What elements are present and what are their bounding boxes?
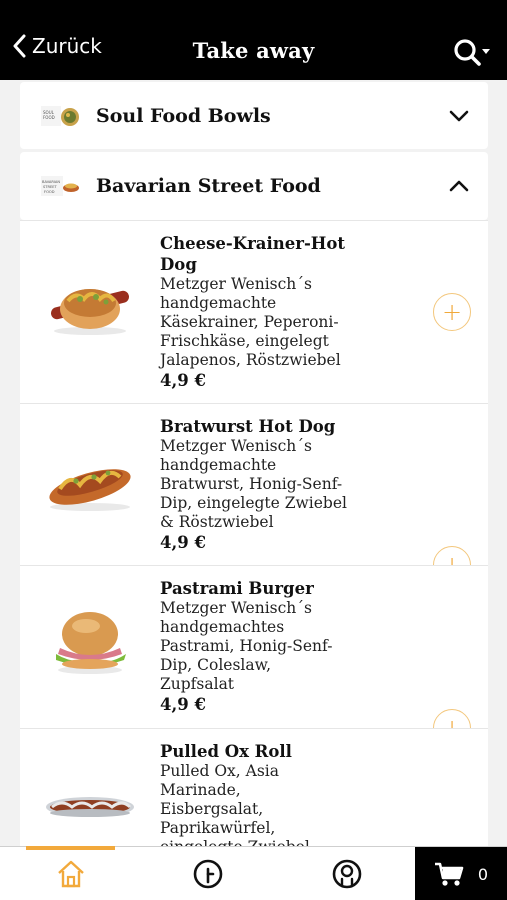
item-description: Dip, eingelegte Zwiebel xyxy=(160,494,347,512)
item-text: Pulled Ox Roll Pulled Ox, Asia Marinade,… xyxy=(160,741,365,846)
svg-text:FOOD: FOOD xyxy=(44,190,55,194)
item-name: Bratwurst Hot Dog xyxy=(160,417,336,436)
category-soul-food-bowls[interactable]: SOUL FOOD Soul Food Bowls xyxy=(20,82,488,149)
cart-button[interactable]: 0 xyxy=(415,847,507,900)
chevron-up-icon xyxy=(449,180,469,192)
plus-icon: + xyxy=(441,298,463,326)
item-description: Pulled Ox, Asia xyxy=(160,762,279,780)
item-description: Paprikawürfel, xyxy=(160,819,276,837)
item-description: Eisbergsalat, xyxy=(160,800,264,818)
svg-text:BAVARIAN: BAVARIAN xyxy=(42,180,60,184)
tab-orders[interactable] xyxy=(163,847,252,900)
item-price: 4,9 € xyxy=(160,695,206,714)
item-description: eingelegte Zwiebel xyxy=(160,838,365,846)
soul-food-logo-icon: SOUL FOOD xyxy=(40,103,80,129)
search-button[interactable] xyxy=(453,38,491,72)
item-description: Metzger Wenisch´s xyxy=(160,437,312,455)
svg-text:STREET: STREET xyxy=(43,185,58,189)
item-description: Metzger Wenisch´s xyxy=(160,599,312,617)
bratwurst-image xyxy=(49,469,131,511)
item-description: Bratwurst, Honig-Senf- xyxy=(160,475,343,493)
user-icon xyxy=(332,859,361,889)
item-description: Frischkäse, eingelegt xyxy=(160,332,329,350)
item-description: Pastrami, Honig-Senf- xyxy=(160,637,333,655)
menu-item-pulled-ox-roll[interactable]: Pulled Ox Roll Pulled Ox, Asia Marinade,… xyxy=(20,728,488,846)
category-name: Soul Food Bowls xyxy=(96,104,271,127)
search-icon xyxy=(454,39,490,66)
cart-count: 0 xyxy=(477,864,489,884)
item-text: Cheese-Krainer-Hot Dog Metzger Wenisch´s… xyxy=(160,233,365,391)
home-icon xyxy=(57,860,84,888)
menu-item-bratwurst-hot-dog[interactable]: Bratwurst Hot Dog Metzger Wenisch´s hand… xyxy=(20,403,488,584)
menu-content: SOUL FOOD Soul Food Bowls BAVARIAN STREE… xyxy=(0,80,507,846)
clock-icon xyxy=(193,859,222,889)
pulled-ox-roll-image xyxy=(46,797,134,817)
item-description: handgemachtes xyxy=(160,618,285,636)
item-description: Metzger Wenisch´s xyxy=(160,275,312,293)
item-name: Cheese-Krainer-Hot xyxy=(160,234,346,253)
menu-item-pastrami-burger[interactable]: Pastrami Burger Metzger Wenisch´s handge… xyxy=(20,565,488,747)
svg-text:FOOD: FOOD xyxy=(43,115,55,120)
item-description: handgemachte xyxy=(160,456,277,474)
bavarian-street-food-logo-icon: BAVARIAN STREET FOOD xyxy=(40,173,80,199)
menu-item-cheese-krainer-hot-dog[interactable]: Cheese-Krainer-Hot Dog Metzger Wenisch´s… xyxy=(20,220,488,403)
item-text: Bratwurst Hot Dog Metzger Wenisch´s hand… xyxy=(160,416,365,553)
burger-image xyxy=(56,612,126,674)
item-name: Pastrami Burger xyxy=(160,579,314,598)
item-description: handgemachte xyxy=(160,294,277,312)
category-bavarian-street-food[interactable]: BAVARIAN STREET FOOD Bavarian Street Foo… xyxy=(20,152,488,220)
bottom-tab-bar: 0 xyxy=(0,846,507,900)
item-text: Pastrami Burger Metzger Wenisch´s handge… xyxy=(160,578,365,715)
item-price: 4,9 € xyxy=(160,533,206,552)
item-description: Jalapenos, Röstzwiebel xyxy=(160,351,341,369)
page-title: Take away xyxy=(192,38,315,63)
chevron-down-icon xyxy=(449,110,469,121)
item-description: & Röstzwiebel xyxy=(160,513,274,531)
tab-profile[interactable] xyxy=(302,847,391,900)
item-description: Marinade, xyxy=(160,781,241,799)
add-to-cart-button[interactable]: + xyxy=(433,293,471,331)
top-bar: Zurück Take away xyxy=(0,0,507,80)
tab-home[interactable] xyxy=(26,847,115,900)
item-name: Dog xyxy=(160,255,197,274)
item-description: Zupfsalat xyxy=(160,675,235,693)
category-name: Bavarian Street Food xyxy=(96,175,321,197)
item-price: 4,9 € xyxy=(160,371,206,390)
item-name: Pulled Ox Roll xyxy=(160,742,292,761)
item-description: Käsekrainer, Peperoni- xyxy=(160,313,339,331)
item-description: Dip, Coleslaw, xyxy=(160,656,271,674)
cart-icon xyxy=(434,862,464,886)
hot-dog-image xyxy=(51,289,129,335)
